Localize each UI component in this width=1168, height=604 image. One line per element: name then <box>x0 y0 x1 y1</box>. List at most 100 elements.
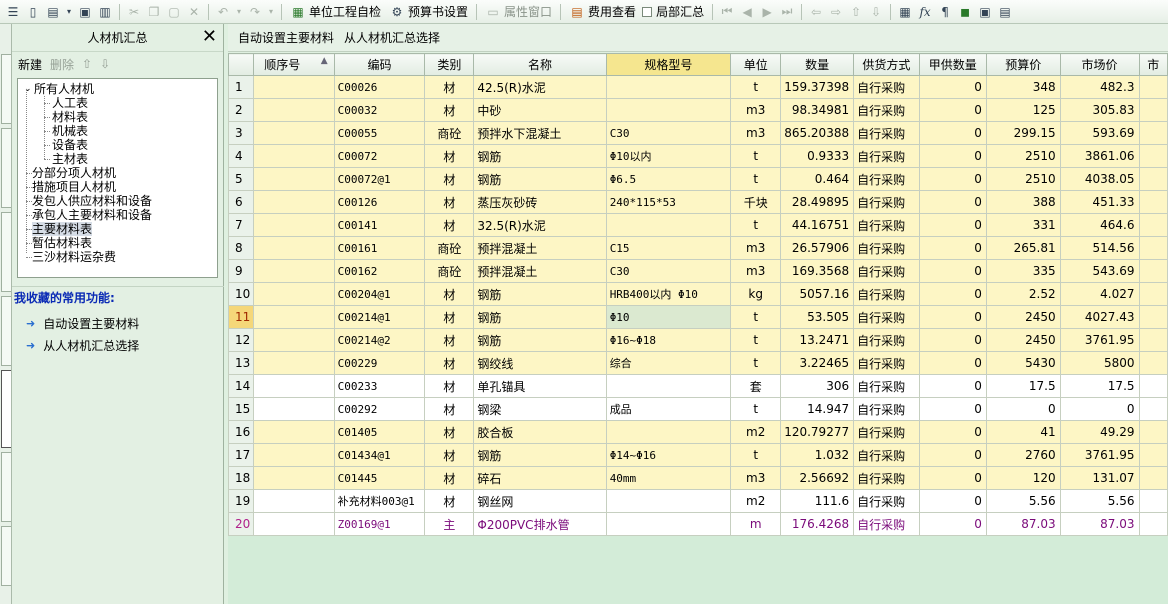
cell-spec[interactable]: 成品 <box>605 397 732 421</box>
auto-set-main-materials-button[interactable]: 自动设置主要材料 <box>238 29 334 46</box>
cell-cat[interactable]: 商砼 <box>424 236 475 260</box>
cell-n[interactable]: 10 <box>228 282 255 306</box>
cell-market[interactable]: 451.33 <box>1059 190 1140 214</box>
move-down-icon[interactable]: ⇩ <box>100 57 110 71</box>
table-row[interactable]: 9 C00162 商砼 预拌混凝土 C30 m3 169.3568 自行采购 0 335 543.6… <box>228 259 1168 283</box>
table-row[interactable]: 15 C00292 材钢梁 成品 t 14.947 自行采购 0 0 0 <box>228 397 1168 421</box>
cell-n[interactable]: 1 <box>228 75 255 99</box>
new-file-icon[interactable]: ▯ <box>25 4 41 20</box>
table-row[interactable]: 5 C00072@1 材钢筋 Φ6.5 t 0.464 自行采购 0 2510 4038.05 <box>228 167 1168 191</box>
cell-budget[interactable]: 2.52 <box>985 282 1061 306</box>
cell-spec[interactable]: 综合 <box>605 351 732 375</box>
cell-qty[interactable]: 5057.16 <box>780 282 855 306</box>
redo-icon[interactable]: ↷ <box>247 4 263 20</box>
cell-unit[interactable]: 千块 <box>730 190 782 214</box>
cell-supply[interactable]: 自行采购 <box>853 466 920 490</box>
cell-spec[interactable]: 240*115*53 <box>605 190 732 214</box>
cell-qty[interactable]: 14.947 <box>780 397 855 421</box>
cell-overflow[interactable] <box>1138 167 1168 191</box>
cell-seq[interactable] <box>253 305 335 329</box>
table-row[interactable]: 7 C00141 材 32.5(R)水泥 t 44.16751 自行采购 0 331 464.6 <box>228 213 1168 237</box>
tree-node[interactable]: 措施项目人材机 <box>24 180 217 194</box>
cell-budget[interactable]: 2760 <box>985 443 1061 467</box>
cell-spec[interactable]: Φ16~Φ18 <box>605 328 732 352</box>
cell-qty[interactable]: 0.9333 <box>780 144 855 168</box>
cell-name[interactable]: 碎石 <box>473 466 607 490</box>
cell-n[interactable]: 5 <box>228 167 255 191</box>
cell-supply[interactable]: 自行采购 <box>853 512 920 536</box>
table-row[interactable]: 13 C00229 材钢绞线 综合 t 3.22465 自行采购 0 5430 5800 <box>228 351 1168 375</box>
cell-budget[interactable]: 388 <box>985 190 1061 214</box>
cell-name[interactable]: 中砂 <box>473 98 607 122</box>
cell-qty[interactable]: 3.22465 <box>780 351 855 375</box>
cell-supply[interactable]: 自行采购 <box>853 351 920 375</box>
cell-seq[interactable] <box>253 121 335 145</box>
cell-overflow[interactable] <box>1138 121 1168 145</box>
table-row[interactable]: 6 C00126 材蒸压灰砂砖 240*115*53 千块 28.49895 自行采购 0 38… <box>228 190 1168 214</box>
cell-unit[interactable]: m3 <box>730 259 782 283</box>
cell-qty[interactable]: 306 <box>780 374 855 398</box>
cell-cat[interactable]: 材 <box>424 420 475 444</box>
move-up-icon[interactable]: ⇧ <box>82 57 92 71</box>
cell-overflow[interactable] <box>1138 190 1168 214</box>
cell-n[interactable]: 9 <box>228 259 255 283</box>
cell-market[interactable]: 3761.95 <box>1059 443 1140 467</box>
cell-seq[interactable] <box>253 144 335 168</box>
cell-cat[interactable]: 材 <box>424 167 475 191</box>
cell-supply[interactable]: 自行采购 <box>853 420 920 444</box>
column-header-market-overflow[interactable]: 市 <box>1138 53 1168 76</box>
cell-budget[interactable]: 41 <box>985 420 1061 444</box>
vertical-tab[interactable] <box>1 128 11 208</box>
cell-cat[interactable]: 材 <box>424 305 475 329</box>
cell-market[interactable]: 305.83 <box>1059 98 1140 122</box>
sort-ascending-icon[interactable]: ▲ <box>321 56 328 66</box>
cell-qty[interactable]: 159.37398 <box>780 75 855 99</box>
cell-jia[interactable]: 0 <box>918 374 987 398</box>
cell-qty[interactable]: 13.2471 <box>780 328 855 352</box>
cell-supply[interactable]: 自行采购 <box>853 144 920 168</box>
cell-jia[interactable]: 0 <box>918 121 987 145</box>
report-list-icon[interactable]: ▤ <box>997 4 1013 20</box>
cell-n[interactable]: 7 <box>228 213 255 237</box>
cell-seq[interactable] <box>253 374 335 398</box>
cell-overflow[interactable] <box>1138 466 1168 490</box>
partial-summary-checkbox[interactable] <box>642 6 653 17</box>
vertical-tab[interactable] <box>1 212 11 292</box>
cell-jia[interactable]: 0 <box>918 512 987 536</box>
cell-qty[interactable]: 0.464 <box>780 167 855 191</box>
cell-overflow[interactable] <box>1138 328 1168 352</box>
cell-supply[interactable]: 自行采购 <box>853 282 920 306</box>
tree-node[interactable]: 暂估材料表 <box>24 236 217 250</box>
cell-market[interactable]: 17.5 <box>1059 374 1140 398</box>
cell-name[interactable]: 钢筋 <box>473 328 607 352</box>
column-header-supply-method[interactable]: 供货方式 <box>853 53 920 76</box>
cell-jia[interactable]: 0 <box>918 466 987 490</box>
cell-n[interactable]: 16 <box>228 420 255 444</box>
cell-unit[interactable]: t <box>730 397 782 421</box>
column-header-code[interactable]: 编码 <box>333 53 426 76</box>
cell-jia[interactable]: 0 <box>918 236 987 260</box>
folder-icon[interactable]: ▥ <box>97 4 113 20</box>
column-header-unit[interactable]: 单位 <box>730 53 782 76</box>
vertical-tab[interactable] <box>1 296 11 366</box>
cell-jia[interactable]: 0 <box>918 328 987 352</box>
cell-spec[interactable]: Φ14~Φ16 <box>605 443 732 467</box>
cell-market[interactable]: 464.6 <box>1059 213 1140 237</box>
cell-budget[interactable]: 125 <box>985 98 1061 122</box>
cell-seq[interactable] <box>253 259 335 283</box>
cell-supply[interactable]: 自行采购 <box>853 328 920 352</box>
table-row[interactable]: 8 C00161 商砼 预拌混凝土 C15 m3 26.57906 自行采购 0 265.81 51… <box>228 236 1168 260</box>
cell-jia[interactable]: 0 <box>918 259 987 283</box>
cell-name[interactable]: 预拌混凝土 <box>473 236 607 260</box>
cell-cat[interactable]: 材 <box>424 144 475 168</box>
cell-spec[interactable]: C30 <box>605 121 732 145</box>
cell-name[interactable]: Φ200PVC排水管 <box>473 512 607 536</box>
list-icon[interactable]: ☰ <box>5 4 21 20</box>
cell-n[interactable]: 18 <box>228 466 255 490</box>
cell-seq[interactable] <box>253 466 335 490</box>
cell-jia[interactable]: 0 <box>918 443 987 467</box>
cell-n[interactable]: 11 <box>228 305 255 329</box>
cell-cat[interactable]: 材 <box>424 489 475 513</box>
tree-node[interactable]: 主材表 <box>24 152 217 166</box>
cell-cat[interactable]: 材 <box>424 374 475 398</box>
